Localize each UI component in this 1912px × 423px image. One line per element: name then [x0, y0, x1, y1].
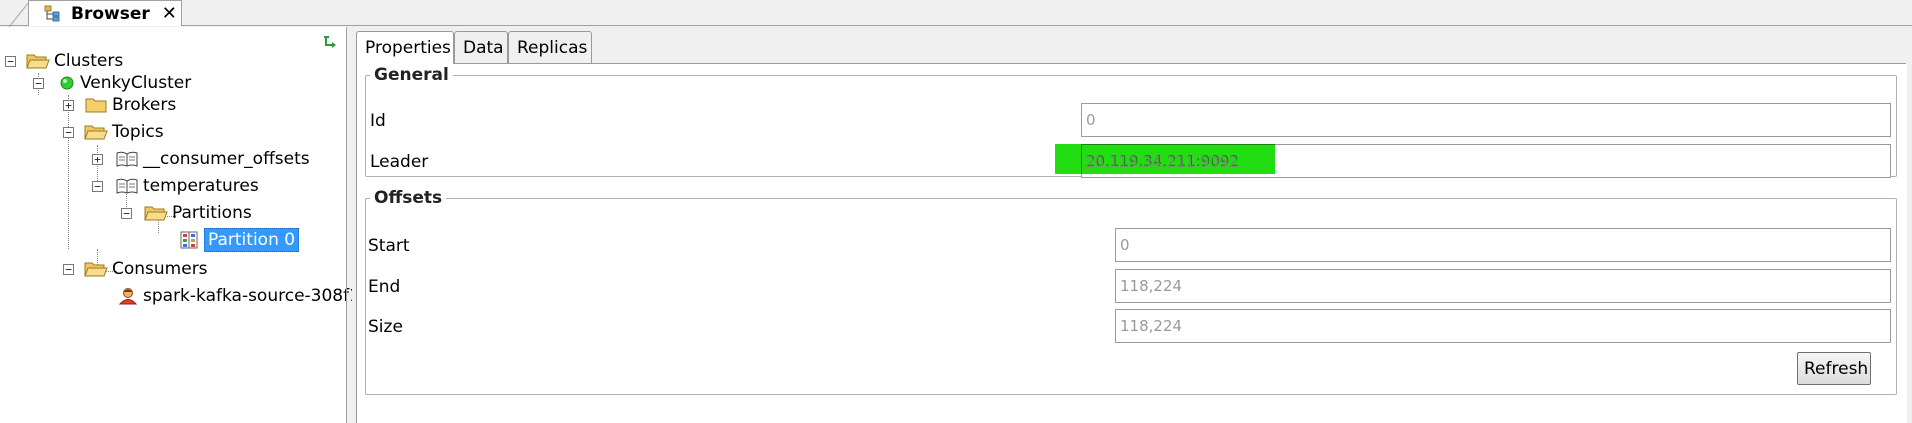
folder-icon	[85, 98, 107, 113]
general-group-title: General	[374, 65, 449, 85]
editor-tab-strip: Browser ✕	[0, 0, 1912, 27]
tab-strip-baseline	[0, 25, 1912, 26]
tree-node-cluster[interactable]: VenkyCluster	[58, 71, 191, 95]
tab-slant-decoration	[9, 1, 30, 27]
expand-topic-consumer-offsets[interactable]: +	[92, 154, 103, 165]
book-icon	[116, 178, 138, 194]
tree-label-brokers: Brokers	[112, 95, 177, 115]
user-icon	[118, 288, 138, 305]
panel-splitter[interactable]	[346, 27, 347, 423]
tab-browser-label: Browser	[71, 3, 150, 24]
folder-open-icon	[84, 125, 108, 140]
tree-node-topic-consumer-offsets[interactable]: __consumer_offsets	[115, 147, 310, 171]
tab-browser[interactable]: Browser ✕	[9, 0, 182, 27]
tree-label-consumer-spark: spark-kafka-source-308f1	[143, 286, 360, 306]
folder-open-icon	[144, 206, 168, 221]
tree-node-brokers[interactable]: Brokers	[84, 93, 176, 117]
tree-label-cluster: VenkyCluster	[80, 73, 192, 93]
tree-label-topic-consumer-offsets: __consumer_offsets	[143, 149, 310, 169]
browser-tree-icon	[44, 5, 60, 21]
end-label: End	[368, 277, 401, 297]
tab-close-icon[interactable]: ✕	[162, 3, 177, 24]
offsets-group-title: Offsets	[374, 188, 443, 208]
tree-node-topics[interactable]: Topics	[84, 120, 164, 144]
tab-properties-label: Properties	[365, 38, 451, 58]
status-online-icon	[60, 76, 74, 90]
tree-panel: − Clusters − VenkyCluster + Brokers − To…	[0, 27, 360, 423]
folder-open-icon	[26, 54, 50, 69]
tree-label-topics: Topics	[112, 122, 164, 142]
tree-node-clusters[interactable]: Clusters	[26, 49, 123, 73]
tree-node-partitions[interactable]: Partitions	[144, 201, 252, 225]
collapse-all-icon[interactable]	[322, 34, 340, 52]
tree-node-consumers[interactable]: Consumers	[84, 257, 208, 281]
leader-label: Leader	[370, 152, 429, 172]
start-label: Start	[368, 236, 410, 256]
partition-icon	[180, 231, 198, 249]
tab-data[interactable]: Data	[454, 31, 508, 63]
tree-label-clusters: Clusters	[54, 51, 124, 71]
tree-node-topic-temperatures[interactable]: temperatures	[115, 174, 259, 198]
start-field[interactable]	[1115, 228, 1891, 262]
tree-node-partition-0[interactable]: Partition 0	[178, 228, 300, 252]
detail-panel: Properties Data Replicas General Id Lead…	[352, 27, 1912, 423]
collapse-topic-temperatures[interactable]: −	[92, 181, 103, 192]
folder-open-icon	[84, 262, 108, 277]
collapse-cluster[interactable]: −	[33, 78, 44, 89]
properties-page: General Id Leader 20.119.34.211:9092 Off…	[356, 64, 1907, 423]
size-field[interactable]	[1115, 309, 1891, 343]
tab-replicas[interactable]: Replicas	[508, 31, 592, 63]
tree-node-consumer-spark[interactable]: spark-kafka-source-308f1	[117, 284, 360, 308]
book-icon	[116, 151, 138, 167]
tree-label-consumers: Consumers	[112, 259, 208, 279]
tree-label-topic-temperatures: temperatures	[143, 176, 259, 196]
collapse-clusters[interactable]: −	[5, 56, 16, 67]
tree-label-partition-0: Partition 0	[204, 228, 300, 252]
tab-data-label: Data	[463, 37, 504, 58]
leader-value-overlay: 20.119.34.211:9092	[1085, 153, 1238, 171]
expand-brokers[interactable]: +	[63, 100, 74, 111]
end-field[interactable]	[1115, 269, 1891, 303]
collapse-topics[interactable]: −	[63, 127, 74, 138]
id-label: Id	[370, 111, 386, 131]
collapse-consumers[interactable]: −	[63, 264, 74, 275]
collapse-partitions[interactable]: −	[121, 208, 132, 219]
tab-replicas-label: Replicas	[517, 37, 588, 58]
size-label: Size	[368, 317, 403, 337]
id-field[interactable]	[1081, 103, 1891, 137]
tree-label-partitions: Partitions	[172, 203, 252, 223]
refresh-button[interactable]: Refresh	[1797, 352, 1871, 385]
tab-properties[interactable]: Properties	[356, 31, 454, 64]
